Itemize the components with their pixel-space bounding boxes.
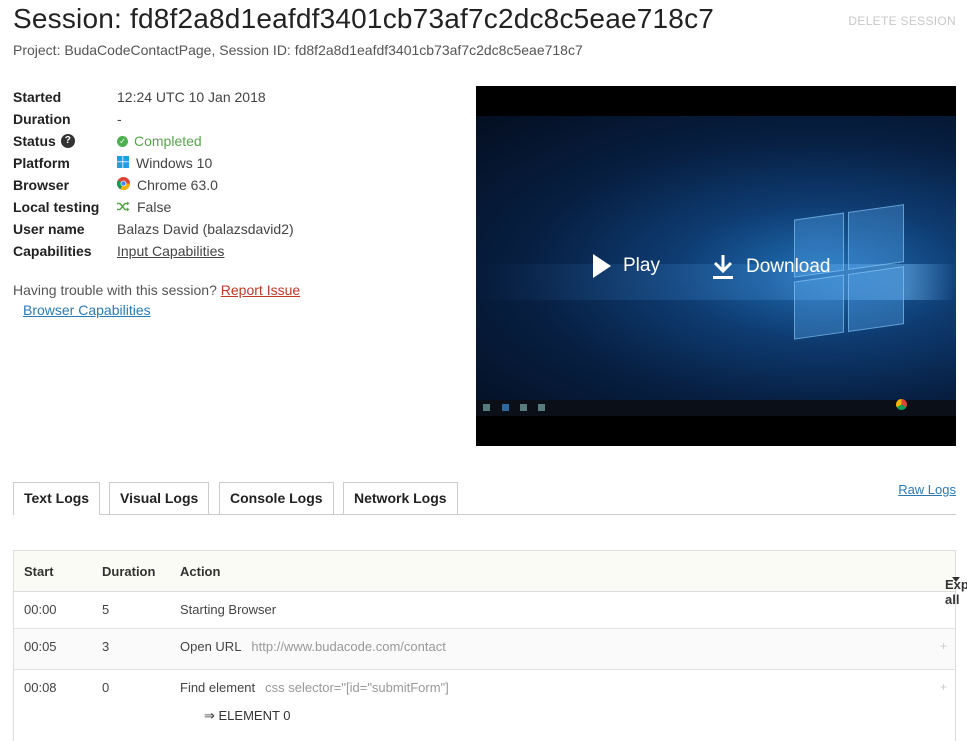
duration-value: -	[117, 111, 122, 127]
trouble-message: Having trouble with this session? Report…	[13, 282, 300, 298]
col-action: Action	[180, 564, 221, 579]
delete-session-button[interactable]: DELETE SESSION	[848, 14, 956, 28]
row-duration: 0	[102, 680, 110, 695]
tab-network-logs[interactable]: Network Logs	[343, 482, 458, 514]
shuffle-icon	[117, 196, 130, 218]
platform-value: Windows 10	[136, 155, 213, 171]
download-button[interactable]: Download	[712, 254, 831, 280]
raw-logs-link[interactable]: Raw Logs	[898, 482, 956, 497]
col-duration: Duration	[102, 564, 156, 579]
duration-row: Duration -	[13, 108, 294, 130]
username-row: User name Balazs David (balazsdavid2)	[13, 218, 294, 240]
help-icon[interactable]: ?	[60, 134, 75, 148]
browser-label: Browser	[13, 177, 70, 193]
session-details: Started 12:24 UTC 10 Jan 2018 Duration -…	[13, 86, 294, 262]
row-detail: http://www.budacode.com/contact	[251, 639, 446, 654]
started-row: Started 12:24 UTC 10 Jan 2018	[13, 86, 294, 108]
text-log-table: Start Duration Action Expand all 00:00 5…	[13, 550, 967, 741]
local-testing-label: Local testing	[13, 199, 100, 215]
browser-value: Chrome 63.0	[137, 177, 218, 193]
row-start: 00:00	[24, 602, 57, 617]
status-row: Status ? ✓ Completed	[13, 130, 294, 152]
row-duration: 5	[102, 602, 110, 617]
tab-text-logs[interactable]: Text Logs	[13, 482, 101, 515]
expand-row-icon[interactable]: +	[940, 680, 947, 694]
chrome-taskbar-icon	[896, 399, 907, 410]
table-row[interactable]: 00:00 5 Starting Browser	[14, 592, 955, 629]
platform-label: Platform	[13, 155, 70, 171]
input-capabilities-link[interactable]: Input Capabilities	[117, 240, 224, 262]
play-icon	[593, 254, 611, 278]
row-action: Find element	[180, 680, 256, 695]
check-circle-icon: ✓	[117, 135, 128, 147]
play-button[interactable]: Play	[593, 254, 660, 278]
col-start: Start	[24, 564, 54, 579]
row-duration: 3	[102, 639, 110, 654]
page-title: Session: fd8f2a8d1eafdf3401cb73af7c2dc8c…	[13, 3, 715, 34]
tab-visual-logs[interactable]: Visual Logs	[109, 482, 210, 514]
status-label: Status	[13, 133, 56, 149]
download-icon	[712, 254, 734, 280]
row-start: 00:05	[24, 639, 57, 654]
row-result: ⇒ ELEMENT 0	[204, 708, 291, 723]
row-action: Open URL	[180, 639, 242, 654]
tab-console-logs[interactable]: Console Logs	[219, 482, 334, 514]
username-label: User name	[13, 221, 85, 237]
log-table-header: Start Duration Action Expand all	[14, 551, 967, 607]
row-start: 00:08	[24, 680, 57, 695]
windows-icon	[117, 152, 129, 174]
capabilities-row: Capabilities Input Capabilities	[13, 240, 294, 262]
table-row[interactable]: 00:05 3 Open URL http://www.budacode.com/…	[14, 629, 955, 670]
table-row[interactable]: 00:08 0 Find element css selector="[id="s…	[14, 670, 955, 740]
video-taskbar	[476, 400, 956, 416]
chrome-icon	[116, 174, 130, 196]
local-testing-row: Local testing False	[13, 196, 294, 218]
play-label: Play	[623, 255, 660, 276]
capabilities-label: Capabilities	[13, 243, 92, 259]
row-action: Starting Browser	[180, 602, 277, 617]
local-testing-value: False	[137, 199, 172, 215]
browser-row: Browser Chrome 63.0	[13, 174, 294, 196]
started-value: 12:24 UTC 10 Jan 2018	[117, 89, 266, 105]
row-detail: css selector="[id="submitForm"]	[265, 680, 449, 695]
browser-capabilities-link[interactable]: Browser Capabilities	[23, 302, 151, 318]
log-tabs: Text Logs Visual Logs Console Logs Netwo…	[13, 482, 956, 515]
status-value: Completed	[134, 133, 202, 149]
started-label: Started	[13, 89, 62, 105]
trouble-text: Having trouble with this session?	[13, 282, 217, 298]
username-value: Balazs David (balazsdavid2)	[117, 221, 294, 237]
expand-row-icon[interactable]: +	[940, 639, 947, 653]
video-player[interactable]: Play Download	[476, 86, 956, 446]
session-subtitle: Project: BudaCodeContactPage, Session ID…	[13, 42, 583, 58]
report-issue-link[interactable]: Report Issue	[221, 282, 300, 298]
platform-row: Platform Windows 10	[13, 152, 294, 174]
download-label: Download	[746, 256, 831, 277]
duration-label: Duration	[13, 111, 71, 127]
caret-down-icon	[952, 577, 960, 582]
